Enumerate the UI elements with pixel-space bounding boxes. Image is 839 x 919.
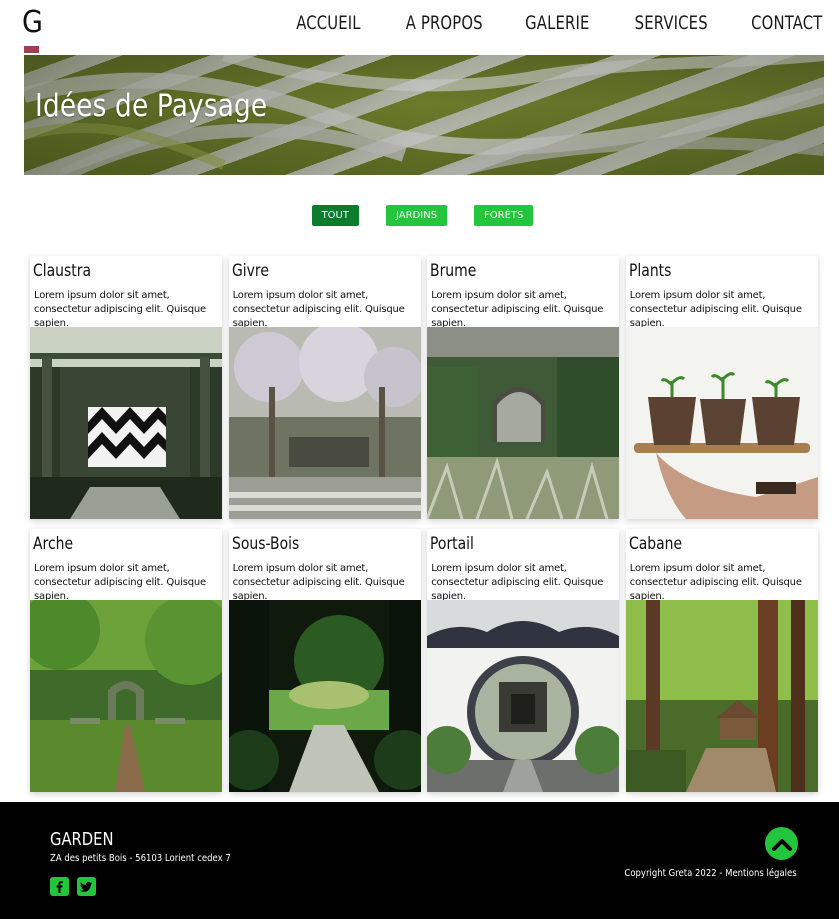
card-text: Lorem ipsum dolor sit amet, consectetur … [629, 290, 802, 329]
arche-photo[interactable] [30, 600, 222, 792]
card-text: Lorem ipsum dolor sit amet, consectetur … [431, 563, 604, 602]
gallery-card-sous-bois[interactable]: Sous-Bois Lorem ipsum dolor sit amet, co… [228, 529, 421, 792]
hero-title: Idées de Paysage [35, 88, 268, 124]
logo-bar [24, 46, 39, 53]
footer-copyright[interactable]: Copyright Greta 2022 - Mentions légales [625, 868, 797, 879]
gallery-filters: TOUT JARDINS FORÊTS [0, 205, 839, 226]
filter-tout-button[interactable]: TOUT [311, 205, 359, 226]
site-header: G ACCUEIL A PROPOS GALERIE SERVICES CONT… [0, 0, 839, 55]
social-links [50, 877, 96, 896]
gallery-card-claustra[interactable]: Claustra Lorem ipsum dolor sit amet, con… [30, 256, 222, 519]
scroll-to-top-button[interactable] [765, 827, 798, 860]
nav-contact[interactable]: CONTACT [752, 12, 823, 34]
card-title: Arche [33, 534, 74, 554]
card-text: Lorem ipsum dolor sit amet, consectetur … [232, 563, 405, 602]
cabane-photo[interactable] [625, 600, 818, 792]
filter-forets-button[interactable]: FORÊTS [474, 205, 534, 226]
card-title: Sous-Bois [231, 534, 299, 554]
hero-banner: Idées de Paysage [24, 55, 824, 175]
nav-galerie[interactable]: GALERIE [525, 12, 589, 34]
card-text: Lorem ipsum dolor sit amet, consectetur … [34, 563, 206, 602]
nav-services[interactable]: SERVICES [634, 12, 707, 34]
site-footer: GARDEN ZA des petits Bois - 56103 Lorien… [0, 802, 839, 919]
chevron-up-icon [771, 838, 792, 851]
card-title: Plants [628, 261, 672, 281]
footer-brand: GARDEN [50, 829, 114, 850]
nav-a-propos[interactable]: A PROPOS [406, 12, 483, 34]
gallery-card-plants[interactable]: Plants Lorem ipsum dolor sit amet, conse… [625, 256, 818, 519]
gallery-card-arche[interactable]: Arche Lorem ipsum dolor sit amet, consec… [30, 529, 222, 792]
main-nav: ACCUEIL A PROPOS GALERIE SERVICES CONTAC… [254, 12, 823, 34]
card-title: Givre [231, 261, 269, 281]
gallery-card-givre[interactable]: Givre Lorem ipsum dolor sit amet, consec… [228, 256, 421, 519]
logo-letter: G [22, 5, 43, 40]
filter-jardins-button[interactable]: JARDINS [386, 205, 448, 226]
card-title: Portail [430, 534, 475, 554]
gallery-card-cabane[interactable]: Cabane Lorem ipsum dolor sit amet, conse… [625, 529, 818, 792]
card-text: Lorem ipsum dolor sit amet, consectetur … [431, 290, 604, 329]
card-title: Cabane [628, 534, 682, 554]
nav-accueil[interactable]: ACCUEIL [296, 12, 361, 34]
gallery-grid: Claustra Lorem ipsum dolor sit amet, con… [30, 256, 818, 792]
gallery-card-brume[interactable]: Brume Lorem ipsum dolor sit amet, consec… [427, 256, 620, 519]
card-text: Lorem ipsum dolor sit amet, consectetur … [34, 290, 206, 329]
brume-photo[interactable] [427, 327, 620, 519]
card-title: Claustra [33, 261, 91, 281]
card-title: Brume [430, 261, 477, 281]
plants-photo[interactable] [625, 327, 818, 519]
portail-photo[interactable] [427, 600, 620, 792]
footer-address: ZA des petits Bois - 56103 Lorient cedex… [50, 853, 231, 864]
card-text: Lorem ipsum dolor sit amet, consectetur … [232, 290, 405, 329]
card-text: Lorem ipsum dolor sit amet, consectetur … [629, 563, 802, 602]
twitter-icon[interactable] [77, 877, 96, 896]
logo[interactable]: G [22, 5, 43, 53]
givre-photo[interactable] [228, 327, 421, 519]
claustra-photo[interactable] [30, 327, 222, 519]
gallery-card-portail[interactable]: Portail Lorem ipsum dolor sit amet, cons… [427, 529, 620, 792]
facebook-icon[interactable] [50, 877, 69, 896]
sous-bois-photo[interactable] [228, 600, 421, 792]
